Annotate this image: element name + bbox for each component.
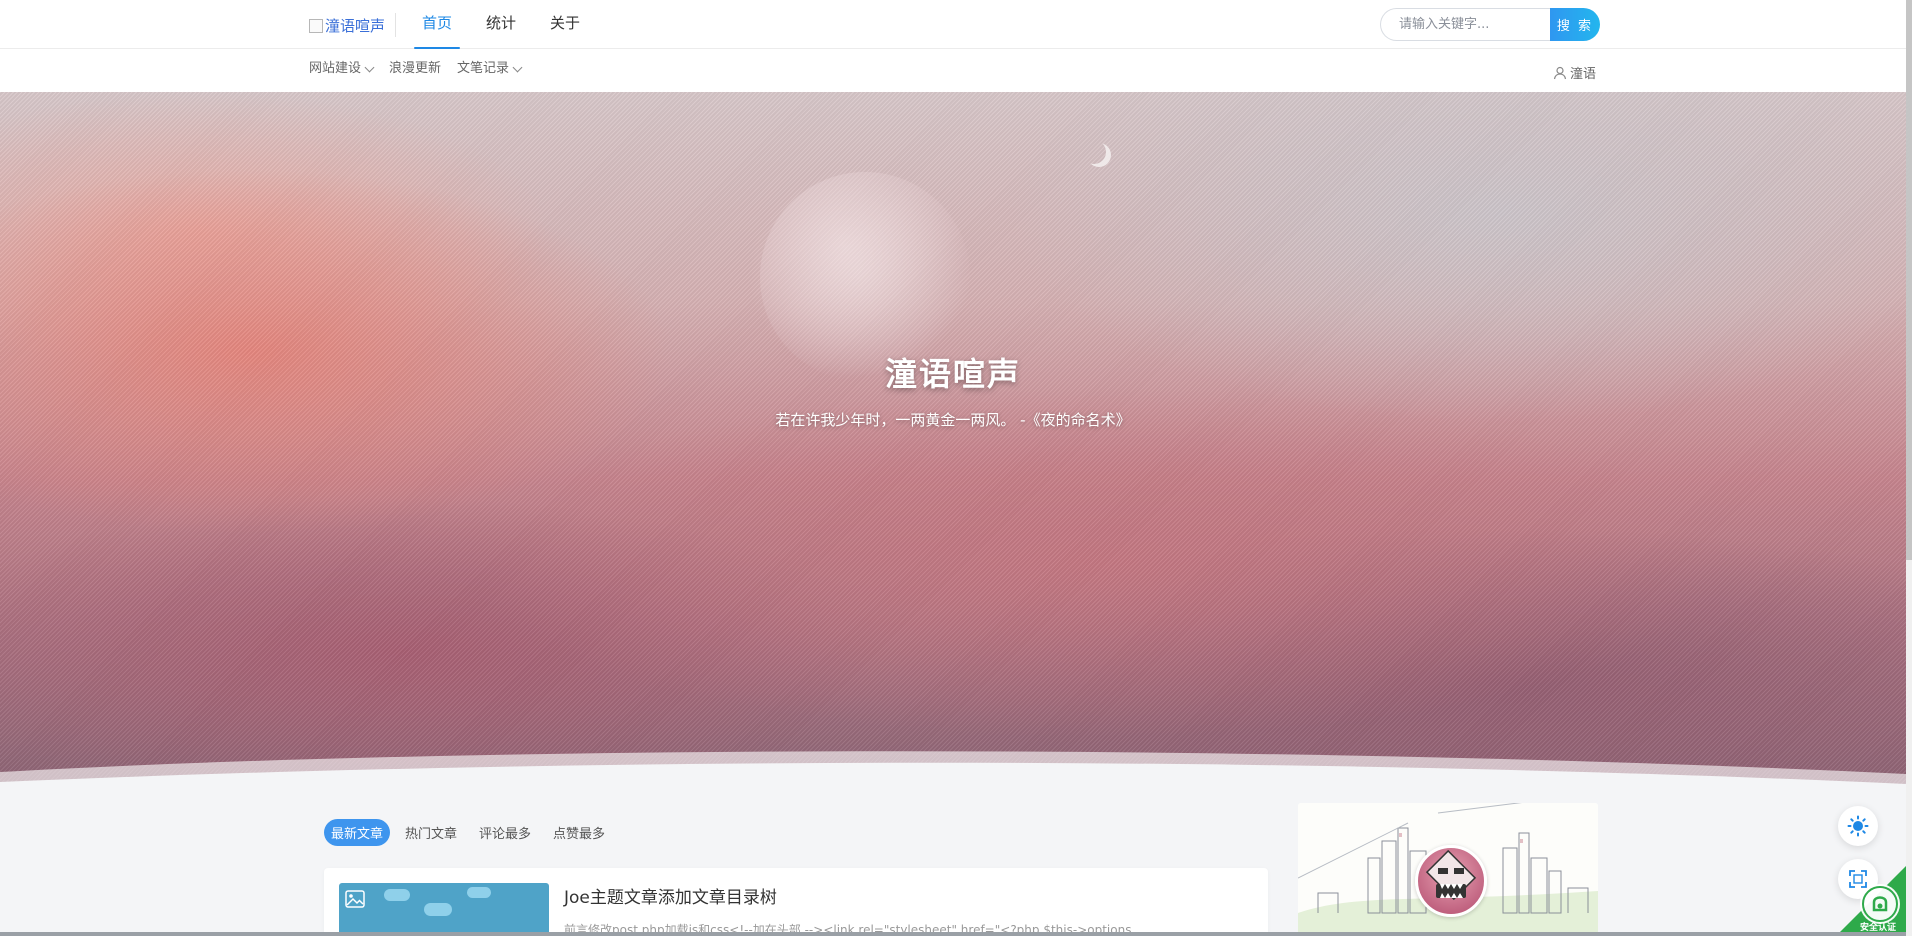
image-icon — [345, 890, 365, 908]
page-scrollbar[interactable] — [1906, 0, 1912, 936]
user-label: 潼语 — [1570, 67, 1597, 82]
tab-latest[interactable]: 最新文章 — [324, 819, 391, 846]
site-logo[interactable]: 潼语喧声 — [309, 15, 385, 36]
sub-navbar: 网站建设 浪漫更新 文笔记录 潼语 — [0, 49, 1906, 92]
tab-popular[interactable]: 热门文章 — [398, 819, 464, 846]
nav-divider — [395, 13, 396, 37]
post-title[interactable]: Joe主题文章添加文章目录树 — [564, 883, 777, 908]
theme-toggle-button[interactable] — [1838, 806, 1878, 846]
nav-item-stats[interactable]: 统计 — [474, 0, 528, 49]
chevron-down-icon — [364, 62, 375, 72]
site-logo-text: 潼语喧声 — [325, 17, 386, 35]
subnav-item-label: 文笔记录 — [457, 61, 510, 76]
subnav-item-label: 网站建设 — [309, 61, 362, 76]
article-tabs: 最新文章 热门文章 评论最多 点赞最多 — [324, 819, 620, 846]
user-icon — [1553, 66, 1567, 79]
post-card[interactable]: Joe主题文章添加文章目录树 前言修改post.php加载js和css<!--加… — [324, 868, 1268, 936]
tab-most-comments[interactable]: 评论最多 — [472, 819, 538, 846]
cloud-decoration — [384, 889, 410, 901]
main-nav: 首页 统计 关于 — [410, 0, 602, 49]
search-button[interactable]: 搜 索 — [1550, 8, 1600, 41]
crescent-moon-decoration — [1082, 140, 1106, 164]
cloud-decoration — [424, 903, 452, 916]
author-card — [1298, 803, 1598, 936]
top-navbar: 潼语喧声 首页 统计 关于 搜 索 — [0, 0, 1906, 49]
broken-image-icon — [309, 19, 323, 33]
search-input[interactable] — [1380, 8, 1550, 41]
sub-nav: 网站建设 浪漫更新 文笔记录 — [309, 49, 537, 89]
tab-most-likes[interactable]: 点赞最多 — [546, 819, 612, 846]
search-bar: 搜 索 — [1380, 8, 1600, 41]
author-avatar[interactable] — [1415, 845, 1487, 917]
cloud-decoration — [467, 887, 491, 898]
hero-subtitle: 若在许我少年时，一两黄金一两风。 -《夜的命名术》 — [775, 411, 1131, 429]
scrollbar-thumb[interactable] — [1906, 0, 1912, 560]
hero-banner: 潼语喧声 若在许我少年时，一两黄金一两风。 -《夜的命名术》 — [0, 92, 1906, 794]
hero-title: 潼语喧声 — [884, 355, 1021, 393]
sun-icon — [1847, 815, 1869, 837]
nav-item-home[interactable]: 首页 — [410, 0, 464, 49]
nav-item-about[interactable]: 关于 — [538, 0, 592, 49]
post-thumbnail[interactable] — [339, 883, 549, 936]
security-badge[interactable]: 安全认证 — [1840, 866, 1906, 933]
subnav-item-writing-notes[interactable]: 文笔记录 — [457, 49, 523, 89]
subnav-item-romantic-updates[interactable]: 浪漫更新 — [389, 49, 441, 89]
hero-wave-divider — [0, 751, 1906, 794]
subnav-item-label: 浪漫更新 — [389, 61, 442, 76]
bottom-edge — [0, 932, 1906, 936]
chevron-down-icon — [512, 62, 523, 72]
user-login-link[interactable]: 潼语 — [1553, 63, 1596, 82]
subnav-item-website-building[interactable]: 网站建设 — [309, 49, 375, 89]
